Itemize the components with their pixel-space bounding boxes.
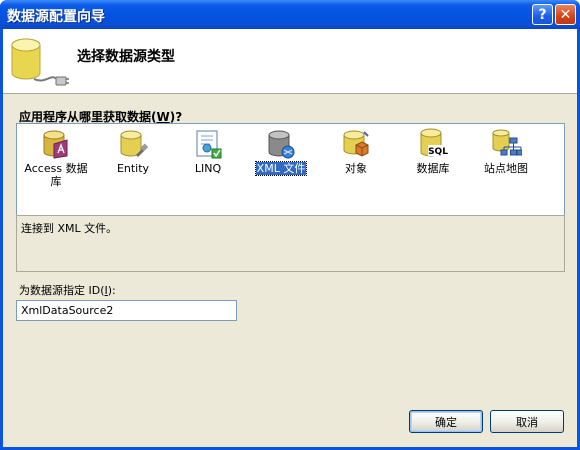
type-item-sitemap[interactable]: 站点地图	[471, 128, 541, 175]
type-description: 连接到 XML 文件。	[16, 215, 565, 272]
entity-icon	[120, 130, 149, 158]
wizard-header: 选择数据源类型	[3, 29, 577, 94]
svg-text:SQL: SQL	[428, 147, 448, 157]
type-item-xml[interactable]: XML 文件	[246, 128, 316, 176]
window-title: 数据源配置向导	[7, 9, 105, 25]
site-map-icon	[492, 129, 522, 156]
type-item-database[interactable]: SQL 数据库	[398, 128, 468, 175]
close-button[interactable]: ✕	[555, 4, 576, 25]
linq-icon	[196, 130, 222, 159]
cancel-button[interactable]: 取消	[490, 410, 564, 433]
type-item-entity[interactable]: Entity	[98, 128, 168, 175]
type-item-object[interactable]: 对象	[321, 128, 391, 175]
id-field-label: 为数据源指定 ID(I):	[19, 284, 116, 297]
ok-button[interactable]: 确定	[409, 410, 483, 433]
type-label-xml: XML 文件	[254, 161, 308, 176]
xml-file-icon	[268, 130, 295, 159]
page-title: 选择数据源类型	[77, 49, 175, 65]
type-label-access: Access 数据库	[24, 162, 88, 188]
object-icon	[343, 130, 369, 157]
type-item-linq[interactable]: LINQ	[173, 128, 243, 175]
type-label-sitemap: 站点地图	[484, 162, 528, 175]
dialog-body: 选择数据源类型 应用程序从哪里获取数据(W)? Access 数据库 Entit…	[3, 29, 577, 447]
title-bar[interactable]: 数据源配置向导 ? ✕	[0, 0, 580, 29]
sql-database-icon: SQL	[420, 128, 448, 157]
help-button[interactable]: ?	[532, 4, 553, 25]
datasource-id-input[interactable]	[16, 300, 237, 321]
type-label-linq: LINQ	[194, 162, 222, 175]
type-item-access[interactable]: Access 数据库	[21, 128, 91, 188]
help-icon: ?	[538, 6, 547, 23]
type-label-entity: Entity	[116, 162, 150, 175]
type-label-database: 数据库	[416, 162, 450, 175]
access-database-icon	[43, 130, 68, 159]
type-label-object: 对象	[345, 162, 367, 175]
description-text: 连接到 XML 文件。	[21, 222, 118, 235]
wizard-window: 数据源配置向导 ? ✕ 选择数据源类型 应用程序从哪里获取数据(W)? Acce…	[0, 0, 580, 450]
close-icon: ✕	[559, 6, 572, 23]
database-plug-icon	[11, 38, 69, 86]
